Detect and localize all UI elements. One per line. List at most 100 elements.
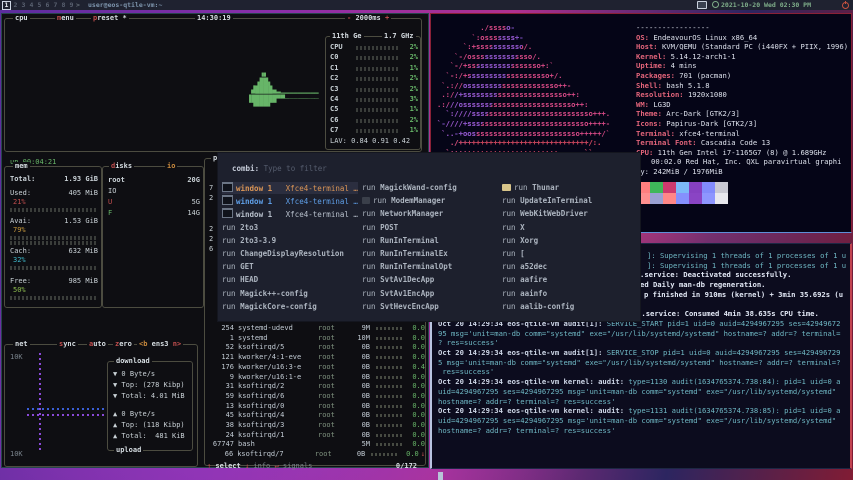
rofi-entry-label: HEAD [240, 275, 258, 284]
rofi-entry[interactable]: run aalib-config [502, 301, 638, 313]
core-meter [356, 98, 398, 102]
rofi-entry[interactable]: run 2to3 [222, 222, 358, 234]
rofi-entry[interactable]: run a52dec [502, 261, 638, 273]
clock-widget[interactable]: 2021-10-20 Wed 02:30 PM [712, 0, 811, 10]
process-user: root [318, 324, 348, 334]
net-auto-toggle[interactable]: auto [87, 340, 108, 349]
net-scale-bottom: 10K [10, 450, 23, 459]
rofi-entry[interactable]: run POST [362, 222, 498, 234]
process-row[interactable]: 67747bash5M0.0 [207, 440, 425, 450]
mem-group: Free:985 MiB50% [10, 277, 98, 305]
cpu-core-box: 11th Ge 1.7 GHz CPU2%C02%C11%C22%C32%C43… [325, 36, 421, 150]
rofi-entry[interactable]: run RunInTerminal [362, 235, 498, 247]
rofi-entry[interactable]: run Xorg [502, 235, 638, 247]
palette-swatch [715, 193, 728, 204]
rofi-entry[interactable]: run SvtHevcEncApp [362, 301, 498, 313]
rofi-entry-label: Magick++-config [240, 289, 308, 298]
rofi-entry[interactable]: run ModemManager [362, 195, 498, 207]
workspace-button-5[interactable]: 5 [36, 0, 43, 10]
rofi-entry[interactable]: run ChangeDisplayResolution [222, 248, 358, 260]
proc-footer-keys[interactable]: ↑ select ↓ info ↵ signals [207, 462, 312, 470]
rofi-entry[interactable]: run aafire [502, 274, 638, 286]
rofi-mode: run [362, 223, 380, 232]
rofi-entry[interactable]: run UpdateInTerminal [502, 195, 638, 207]
journal-line: uid=4294967295 ses=4294967295 msg='unit=… [438, 387, 848, 397]
info-value: 11th Gen Intel i7-1165G7 (8) @ 1.689GHz [658, 148, 827, 157]
process-row[interactable]: 9kworker/u16:1-eroot0B0.0 [207, 373, 425, 383]
rofi-entry[interactable]: run HEAD [222, 274, 358, 286]
workspace-button-7[interactable]: 7 [52, 0, 59, 10]
net-interface-selector[interactable]: <b ens3 n> [137, 340, 183, 349]
rofi-entry[interactable]: run NetworkManager [362, 208, 498, 220]
net-panel: net sync auto zero <b ens3 n> 10K 10K do… [4, 344, 198, 467]
system-info-line: Shell: bash 5.1.8 [636, 81, 848, 91]
info-label: Resolution: [636, 90, 684, 99]
process-row[interactable]: 13ksoftirqd/0root0B0.0 [207, 402, 425, 412]
disks-panel-title: disks [109, 162, 134, 171]
rofi-prompt-row[interactable]: combi: Type to filter [232, 163, 327, 175]
rofi-entry[interactable]: run 2to3-3.9 [222, 235, 358, 247]
scroll-down-icon[interactable]: ↓ [421, 450, 425, 460]
process-row[interactable]: 45ksoftirqd/4root0B0.0 [207, 411, 425, 421]
rofi-entry[interactable]: run SvtAv1EncApp [362, 288, 498, 300]
journal-line-text: ed Daily man-db regeneration. [640, 280, 766, 289]
systray-icon[interactable] [697, 1, 707, 11]
workspace-button-9[interactable]: 9 [68, 0, 75, 10]
preset-button[interactable]: preset * [91, 14, 129, 23]
rofi-entry[interactable]: run RunInTerminalOpt [362, 261, 498, 273]
process-row[interactable]: 52ksoftirqd/5root0B0.0 [207, 343, 425, 353]
rofi-entry[interactable]: window 1 Xfce4-terminal … [222, 195, 358, 207]
rofi-input[interactable]: Type to filter [264, 164, 327, 173]
terminal-palette-row2 [637, 193, 728, 204]
rofi-entry-label: POST [380, 223, 398, 232]
rofi-entry-label: 2to3-3.9 [240, 236, 276, 245]
workspace-button-1[interactable]: 1 [2, 1, 11, 10]
workspace-button-4[interactable]: 4 [28, 0, 35, 10]
rofi-mode: run [362, 236, 380, 245]
rofi-entry[interactable]: run SvtAv1DecApp [362, 274, 498, 286]
process-cpu: 0.0 [404, 324, 425, 334]
workspace-button-3[interactable]: 3 [20, 0, 27, 10]
rofi-entry[interactable]: run MagickCore-config [222, 301, 358, 313]
process-row[interactable]: 1systemdroot10M0.0 [207, 334, 425, 344]
workspace-button-2[interactable]: 2 [12, 0, 19, 10]
rofi-entry[interactable]: window 1 Xfce4-terminal … [222, 182, 358, 194]
core-name: C4 [330, 95, 338, 103]
process-row[interactable]: 59ksoftirqd/6root0B0.0 [207, 392, 425, 402]
net-sync-toggle[interactable]: sync [57, 340, 78, 349]
process-row[interactable]: 254systemd-udevdroot9M0.0 [207, 324, 425, 334]
process-pid: 254 [207, 324, 234, 334]
clock-icon [712, 1, 719, 8]
net-zero-toggle[interactable]: zero [113, 340, 134, 349]
process-row[interactable]: 24ksoftirqd/1root0B0.0 [207, 431, 425, 441]
rofi-entry[interactable]: run [ [502, 248, 638, 260]
rofi-entry[interactable]: run Magick++-config [222, 288, 358, 300]
rofi-entry[interactable]: run aainfo [502, 288, 638, 300]
rofi-entry[interactable]: run Thunar [502, 182, 638, 194]
rofi-entry-label: GET [240, 262, 254, 271]
proc-partial-pid: 7 [209, 184, 213, 193]
process-user: root [318, 382, 348, 392]
rofi-mode: run [502, 196, 520, 205]
menu-button[interactable]: menu [55, 14, 76, 23]
workspace-button-6[interactable]: 6 [44, 0, 51, 10]
rofi-entry[interactable]: run WebKitWebDriver [502, 208, 638, 220]
process-row[interactable]: 66ksoftirqd/7root0B0.0↓ [207, 450, 425, 460]
process-row[interactable]: 121kworker/4:1-everoot0B0.0 [207, 353, 425, 363]
terminal-icon [222, 208, 233, 218]
rofi-entry[interactable]: window 1 Xfce4-terminal … [222, 208, 358, 220]
process-row[interactable]: 38ksoftirqd/3root0B0.0 [207, 421, 425, 431]
core-meter [356, 56, 398, 60]
rofi-entry[interactable]: run GET [222, 261, 358, 273]
power-icon[interactable] [842, 1, 849, 11]
core-meter [356, 88, 398, 92]
journal-line: 5 msg='unit=man-db comm="systemd" exe="/… [438, 358, 848, 368]
process-row[interactable]: 176kworker/u16:3-eroot0B0.4 [207, 363, 425, 373]
process-row[interactable]: 31ksoftirqd/2root0B0.0 [207, 382, 425, 392]
rofi-entry[interactable]: run MagickWand-config [362, 182, 498, 194]
proc-partial-pid: 2 [209, 235, 213, 244]
interval-control[interactable]: - 2000ms + [345, 14, 391, 23]
workspace-button-8[interactable]: 8 [60, 0, 67, 10]
rofi-entry[interactable]: run RunInTerminalEx [362, 248, 498, 260]
rofi-entry[interactable]: run X [502, 222, 638, 234]
